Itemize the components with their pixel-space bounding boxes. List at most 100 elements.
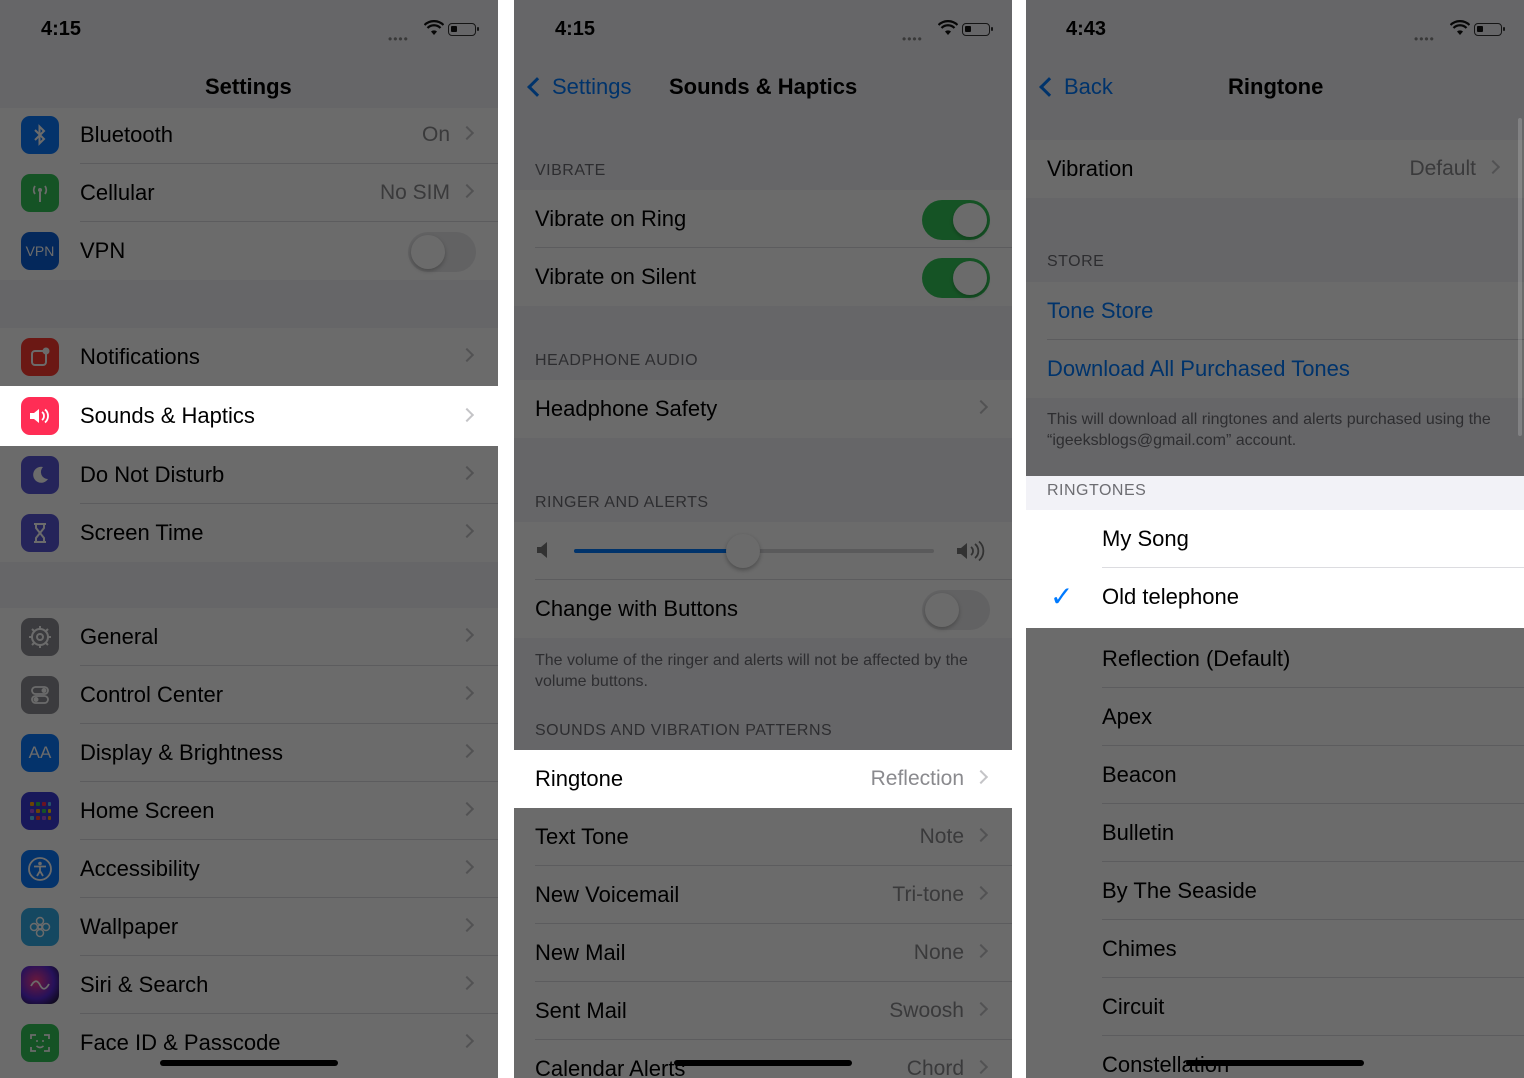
headphone-safety-row[interactable]: Headphone Safety <box>514 380 1012 438</box>
ringtone-panel: 4:43 •••• Back Ringtone Vibration Defaul… <box>1026 0 1524 1078</box>
speaker-icon <box>21 397 59 435</box>
slider-knob[interactable] <box>726 534 761 568</box>
ringtone-item[interactable]: Reflection (Default) <box>1026 628 1524 688</box>
ringtone-item[interactable]: Constellation <box>1026 1036 1524 1078</box>
ringtone-label: Old telephone <box>1102 584 1239 609</box>
calendar-alerts-row[interactable]: Calendar Alerts Chord <box>514 1040 1012 1078</box>
signal-icon: •••• <box>388 32 409 46</box>
section-header-headphone: HEADPHONE AUDIO <box>535 352 699 369</box>
tone-store-link[interactable]: Tone Store <box>1047 298 1153 324</box>
ringtone-item-selected[interactable]: ✓ Old telephone <box>1026 568 1524 628</box>
settings-row-home-screen[interactable]: Home Screen <box>0 782 498 840</box>
row-value: None <box>913 941 964 964</box>
change-with-buttons-row: Change with Buttons <box>514 580 1012 638</box>
settings-row-sounds-haptics[interactable]: Sounds & Haptics <box>0 386 498 446</box>
battery-icon <box>1474 23 1505 36</box>
page-title: Settings <box>205 74 292 99</box>
row-label: Face ID & Passcode <box>80 1030 281 1055</box>
sent-mail-row[interactable]: Sent Mail Swoosh <box>514 982 1012 1040</box>
status-time: 4:15 <box>555 18 596 40</box>
new-voicemail-row[interactable]: New Voicemail Tri-tone <box>514 866 1012 924</box>
chevron-right-icon <box>973 827 989 843</box>
ringtone-item[interactable]: Bulletin <box>1026 804 1524 862</box>
scroll-indicator[interactable] <box>1518 118 1522 436</box>
settings-row-cellular[interactable]: Cellular No SIM <box>0 164 498 222</box>
back-button[interactable]: Settings <box>524 74 632 100</box>
display-icon: AA <box>21 734 59 772</box>
back-label: Back <box>1064 74 1113 99</box>
change-with-buttons-toggle[interactable] <box>922 590 990 630</box>
settings-row-wallpaper[interactable]: Wallpaper <box>0 898 498 956</box>
row-label: Sounds & Haptics <box>80 403 255 428</box>
settings-row-control-center[interactable]: Control Center <box>0 666 498 724</box>
row-label: Display & Brightness <box>80 740 283 765</box>
vibrate-on-silent-toggle[interactable] <box>922 258 990 298</box>
ringtone-item[interactable]: Apex <box>1026 688 1524 746</box>
section-header-vibrate: VIBRATE <box>535 162 606 179</box>
ringtone-item[interactable]: By The Seaside <box>1026 862 1524 920</box>
row-label: VPN <box>80 238 126 263</box>
settings-row-vpn[interactable]: VPN VPN <box>0 222 498 280</box>
settings-row-siri-search[interactable]: Siri & Search <box>0 956 498 1014</box>
vpn-toggle[interactable] <box>408 232 476 272</box>
new-mail-row[interactable]: New Mail None <box>514 924 1012 982</box>
ringtone-label: Bulletin <box>1102 820 1175 845</box>
battery-icon <box>962 23 993 36</box>
vibration-row[interactable]: Vibration Default <box>1026 140 1524 198</box>
status-icons: •••• <box>1414 20 1505 46</box>
settings-row-general[interactable]: General <box>0 608 498 666</box>
tone-store-row[interactable]: Tone Store <box>1026 282 1524 340</box>
vibrate-on-ring-toggle[interactable] <box>922 200 990 240</box>
back-button[interactable]: Back <box>1036 74 1113 100</box>
chevron-right-icon <box>459 801 475 817</box>
ringtone-label: Circuit <box>1102 994 1165 1019</box>
signal-icon: •••• <box>902 32 923 46</box>
settings-row-accessibility[interactable]: Accessibility <box>0 840 498 898</box>
home-indicator <box>160 1060 338 1066</box>
antenna-icon <box>21 174 59 212</box>
row-label: Notifications <box>80 344 200 369</box>
wifi-icon <box>1450 20 1470 35</box>
ringtone-item[interactable]: Chimes <box>1026 920 1524 978</box>
section-header-ringtones: RINGTONES <box>1047 482 1147 499</box>
settings-row-screen-time[interactable]: Screen Time <box>0 504 498 562</box>
row-label: Screen Time <box>80 520 204 545</box>
ringer-volume-slider[interactable] <box>574 534 934 568</box>
chevron-right-icon <box>459 1033 475 1049</box>
chevron-right-icon <box>459 347 475 363</box>
row-label: General <box>80 624 159 649</box>
home-indicator <box>674 1060 852 1066</box>
row-label: Ringtone <box>535 766 624 791</box>
download-all-link[interactable]: Download All Purchased Tones <box>1047 356 1350 382</box>
row-label: Change with Buttons <box>535 596 739 621</box>
ringtone-row[interactable]: Ringtone Reflection <box>514 750 1012 808</box>
text-tone-row[interactable]: Text Tone Note <box>514 808 1012 866</box>
chevron-right-icon <box>973 1001 989 1017</box>
settings-row-notifications[interactable]: Notifications <box>0 328 498 386</box>
chevron-right-icon <box>459 975 475 991</box>
chevron-left-icon <box>1039 77 1059 97</box>
row-label: New Mail <box>535 940 626 965</box>
row-label: Do Not Disturb <box>80 462 225 487</box>
ringtone-item[interactable]: Beacon <box>1026 746 1524 804</box>
ringtone-item[interactable]: My Song <box>1026 510 1524 568</box>
settings-row-display-brightness[interactable]: AA Display & Brightness <box>0 724 498 782</box>
home-grid-icon <box>21 792 59 830</box>
row-label: Bluetooth <box>80 122 173 147</box>
settings-row-face-id[interactable]: Face ID & Passcode <box>0 1014 498 1078</box>
switches-icon <box>21 676 59 714</box>
row-label: Wallpaper <box>80 914 179 939</box>
ringtone-item[interactable]: Circuit <box>1026 978 1524 1036</box>
download-all-row[interactable]: Download All Purchased Tones <box>1026 340 1524 398</box>
ringtone-label: Beacon <box>1102 762 1177 787</box>
section-header-store: STORE <box>1047 253 1105 270</box>
row-label: New Voicemail <box>535 882 680 907</box>
chevron-right-icon <box>973 943 989 959</box>
dim-overlay-top <box>1026 0 1524 476</box>
chevron-right-icon <box>973 769 989 785</box>
vpn-icon: VPN <box>21 232 59 270</box>
row-label: Accessibility <box>80 856 200 881</box>
settings-row-do-not-disturb[interactable]: Do Not Disturb <box>0 446 498 504</box>
ringtone-label: My Song <box>1102 526 1189 551</box>
settings-row-bluetooth[interactable]: Bluetooth On <box>0 108 498 164</box>
